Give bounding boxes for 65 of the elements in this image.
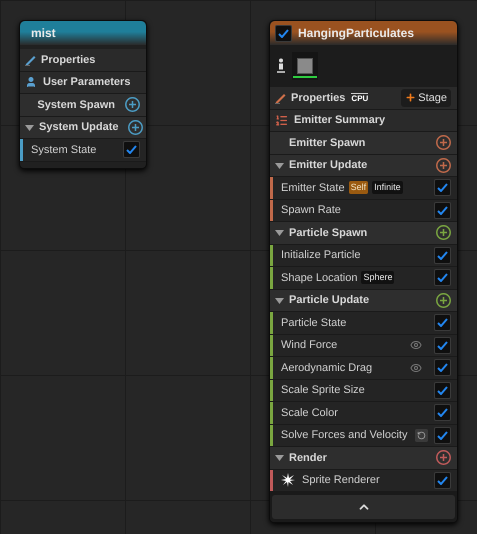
checkmark-icon: [437, 206, 448, 215]
node-title: HangingParticulates: [298, 25, 414, 42]
checkbox[interactable]: [434, 336, 451, 354]
checkmark-icon: [437, 408, 448, 418]
checkbox[interactable]: [275, 24, 292, 42]
checkmark-icon: [437, 318, 448, 328]
pencil-icon: [274, 91, 287, 104]
checkbox[interactable]: [434, 359, 451, 376]
expand-triangle-icon[interactable]: [275, 160, 284, 170]
module-label[interactable]: Emitter State: [281, 180, 345, 196]
user-icon: [25, 76, 37, 88]
checkbox[interactable]: [434, 382, 451, 399]
pencil-icon: [24, 53, 37, 66]
checkmark-icon: [437, 476, 448, 485]
checkmark-icon: [126, 145, 137, 154]
checkmark-icon: [437, 250, 448, 260]
checkmark-icon: [437, 273, 448, 282]
add-icon[interactable]: [436, 135, 451, 150]
add-icon[interactable]: [128, 120, 144, 135]
checkbox[interactable]: [434, 269, 451, 286]
module-tag: Infinite: [372, 181, 403, 194]
sim-target-badge: CPU: [351, 92, 368, 103]
checkbox[interactable]: [434, 202, 451, 219]
expand-triangle-icon[interactable]: [275, 228, 284, 238]
add-icon[interactable]: [436, 158, 451, 173]
add-icon[interactable]: [125, 97, 140, 112]
checkmark-icon: [437, 386, 448, 395]
module-label[interactable]: Shape Location: [281, 270, 358, 286]
plus-icon: [405, 92, 416, 104]
add-stage-button[interactable]: Stage: [401, 88, 451, 107]
add-icon[interactable]: [436, 450, 451, 466]
checkbox[interactable]: [123, 141, 140, 158]
reset-icon: [417, 430, 426, 440]
emitter-thumbnail[interactable]: [292, 52, 318, 80]
eye-icon[interactable]: [410, 362, 422, 374]
checkbox[interactable]: [434, 472, 451, 489]
node-header[interactable]: HangingParticulates: [270, 21, 457, 45]
person-icon: [276, 58, 286, 74]
emitter-node[interactable]: mist Properties User Parameters System Spawn System Update System State: [19, 20, 147, 168]
checkmark-icon: [278, 28, 289, 38]
checkmark-icon: [437, 430, 448, 440]
stage-header[interactable]: Render: [289, 450, 327, 466]
node-header[interactable]: mist: [20, 21, 146, 45]
checkbox[interactable]: [434, 404, 451, 422]
starburst-icon: [281, 473, 295, 488]
checkbox[interactable]: [434, 314, 451, 332]
expand-triangle-icon[interactable]: [275, 296, 284, 305]
module-tag: Self: [348, 181, 368, 194]
checkbox[interactable]: [434, 246, 451, 264]
node-title: mist: [31, 25, 56, 42]
checkmark-icon: [437, 183, 448, 192]
emitter-node[interactable]: [269, 20, 458, 523]
reset-button[interactable]: [415, 428, 428, 442]
expand-triangle-icon[interactable]: [275, 453, 284, 462]
checkmark-icon: [437, 363, 448, 372]
list-icon: [275, 114, 288, 127]
module-tag: Sphere: [361, 271, 394, 284]
checkbox[interactable]: [434, 179, 451, 196]
add-icon[interactable]: [436, 225, 451, 240]
add-icon[interactable]: [436, 292, 451, 308]
eye-icon[interactable]: [410, 339, 422, 352]
properties-label[interactable]: Properties: [291, 90, 346, 106]
checkmark-icon: [437, 340, 448, 350]
checkbox[interactable]: [434, 426, 451, 444]
expand-triangle-icon[interactable]: [25, 122, 34, 132]
